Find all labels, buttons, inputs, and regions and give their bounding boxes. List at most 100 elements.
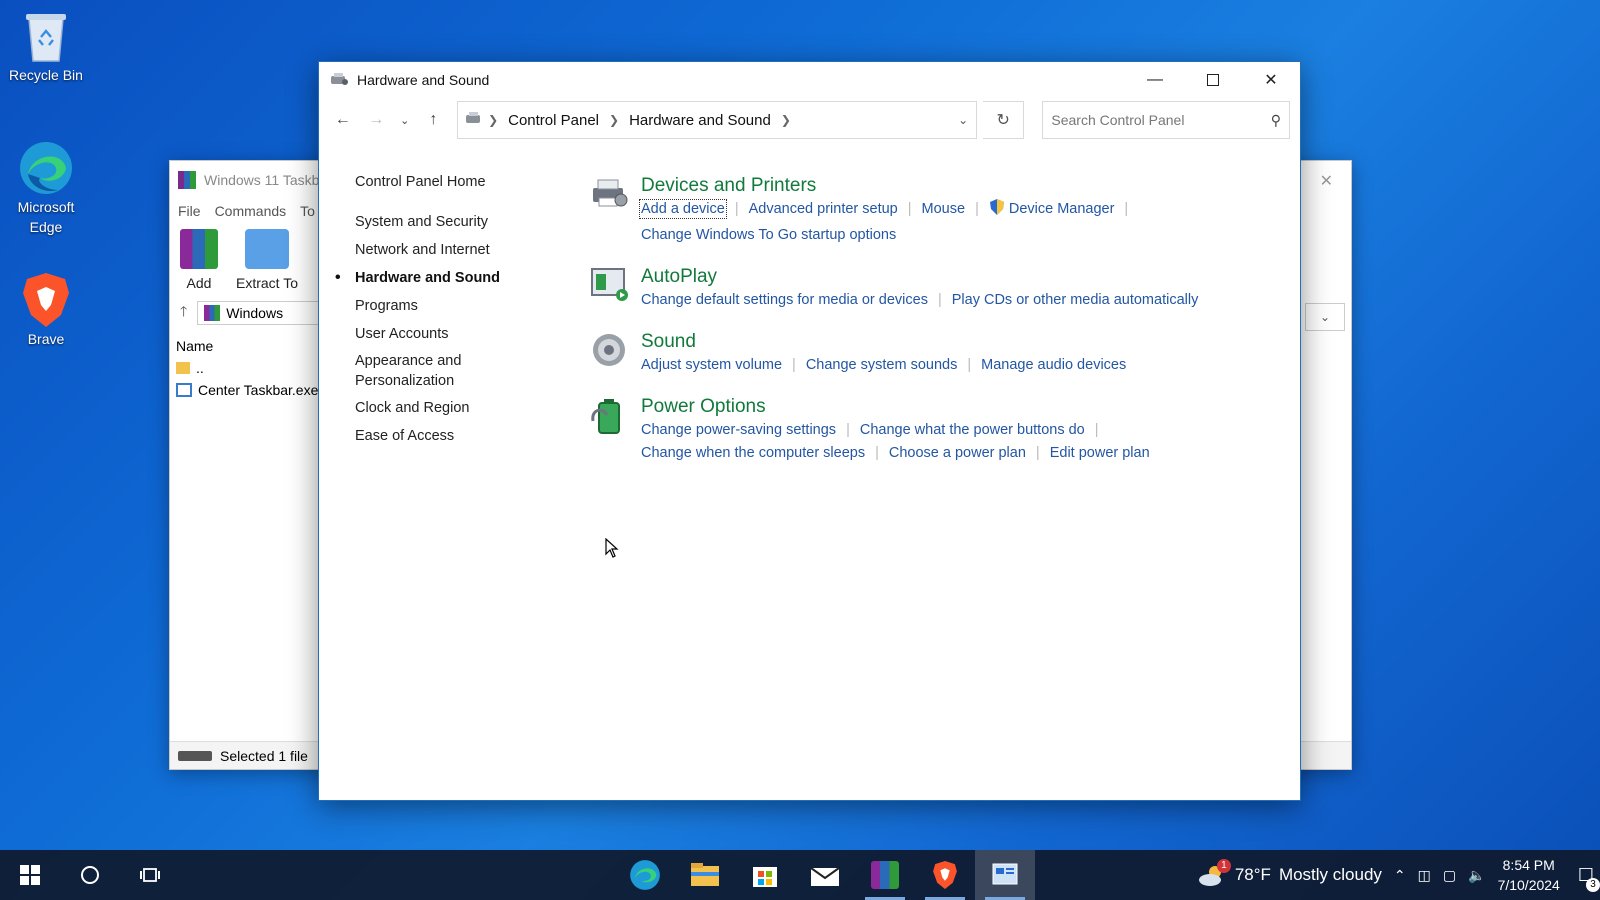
link-separator: | — [975, 201, 979, 217]
winrar-extract-button[interactable]: Extract To — [236, 229, 298, 291]
search-button[interactable] — [60, 850, 120, 900]
brave-icon — [933, 861, 957, 889]
link-separator: | — [937, 292, 942, 308]
minimize-icon[interactable]: — — [1126, 62, 1184, 98]
weather-widget[interactable]: 1 78°F Mostly cloudy — [1197, 859, 1382, 887]
sidebar-item-system-security[interactable]: System and Security — [355, 208, 555, 236]
link-windows-to-go[interactable]: Change Windows To Go startup options — [641, 227, 896, 243]
forward-arrow-icon[interactable]: → — [362, 106, 389, 134]
taskbar-mail[interactable] — [795, 850, 855, 900]
link-power-buttons[interactable]: Change what the power buttons do — [860, 422, 1085, 438]
winrar-close-icon[interactable]: ✕ — [1320, 171, 1333, 191]
link-add-device[interactable]: Add a device — [639, 199, 727, 219]
link-power-saving-settings[interactable]: Change power-saving settings — [641, 422, 836, 438]
link-mouse[interactable]: Mouse — [922, 201, 966, 217]
task-view-icon — [140, 868, 160, 882]
sidebar-item-user-accounts[interactable]: User Accounts — [355, 320, 555, 348]
link-manage-audio-devices[interactable]: Manage audio devices — [981, 357, 1126, 373]
task-view-button[interactable] — [120, 850, 180, 900]
winrar-small-icon — [204, 305, 221, 321]
link-choose-power-plan[interactable]: Choose a power plan — [889, 445, 1026, 461]
category-title-devices-printers[interactable]: Devices and Printers — [641, 174, 1285, 198]
sidebar-item-ease-of-access[interactable]: Ease of Access — [355, 422, 555, 450]
control-panel-window[interactable]: Hardware and Sound — ✕ ← → ⌄ ↑ ❯ Control… — [318, 61, 1301, 801]
recent-dropdown-icon[interactable]: ⌄ — [396, 106, 414, 134]
window-title: Hardware and Sound — [357, 72, 490, 88]
taskbar-control-panel[interactable] — [975, 850, 1035, 900]
taskbar-edge[interactable] — [615, 850, 675, 900]
link-play-cds-automatically[interactable]: Play CDs or other media automatically — [952, 292, 1199, 308]
window-title-bar[interactable]: Hardware and Sound — ✕ — [319, 62, 1300, 98]
chevron-up-icon[interactable]: ⌃ — [1394, 867, 1406, 884]
link-device-manager[interactable]: Device Manager — [989, 199, 1114, 217]
sidebar: Control Panel Home System and Security N… — [335, 168, 555, 450]
back-arrow-icon[interactable]: ← — [329, 106, 356, 134]
winrar-menu-commands[interactable]: Commands — [215, 203, 287, 219]
close-icon[interactable]: ✕ — [1242, 62, 1300, 98]
link-change-default-media-settings[interactable]: Change default settings for media or dev… — [641, 292, 928, 308]
control-panel-icon — [992, 863, 1018, 885]
link-computer-sleeps[interactable]: Change when the computer sleeps — [641, 445, 865, 461]
sidebar-item-network-internet[interactable]: Network and Internet — [355, 236, 555, 264]
notification-count-badge: 3 — [1586, 877, 1600, 892]
address-dropdown-icon[interactable]: ⌄ — [958, 113, 968, 127]
link-adjust-volume[interactable]: Adjust system volume — [641, 357, 782, 373]
volume-muted-icon[interactable]: 🔈 — [1468, 867, 1485, 884]
taskbar-store[interactable] — [735, 850, 795, 900]
winrar-title: Windows 11 Taskb — [204, 172, 320, 188]
breadcrumb-separator-icon[interactable]: ❯ — [777, 113, 795, 127]
link-edit-power-plan[interactable]: Edit power plan — [1050, 445, 1150, 461]
breadcrumb-hardware-and-sound[interactable]: Hardware and Sound — [623, 112, 777, 129]
link-separator: | — [875, 445, 879, 461]
winrar-archive-icon — [180, 229, 218, 269]
desktop-icon-recycle-bin[interactable]: Recycle Bin — [2, 8, 90, 86]
winrar-menu-tools[interactable]: To — [300, 203, 315, 219]
autoplay-icon — [589, 265, 629, 305]
sidebar-item-clock-region[interactable]: Clock and Region — [355, 394, 555, 422]
address-bar[interactable]: ❯ Control Panel ❯ Hardware and Sound ❯ ⌄ — [457, 101, 978, 139]
hardware-sound-icon — [329, 70, 349, 91]
category-title-sound[interactable]: Sound — [641, 330, 1285, 354]
network-icon[interactable]: ▢ — [1443, 867, 1456, 884]
maximize-icon[interactable] — [1184, 62, 1242, 98]
meet-now-icon[interactable]: ◫ — [1418, 867, 1431, 884]
search-box[interactable]: ⚲ — [1042, 101, 1290, 139]
sidebar-item-control-panel-home[interactable]: Control Panel Home — [355, 168, 555, 196]
up-arrow-icon[interactable]: ↑ — [420, 106, 447, 134]
taskbar-winrar[interactable] — [855, 850, 915, 900]
search-icon[interactable]: ⚲ — [1271, 112, 1281, 129]
cloudy-weather-icon: 1 — [1197, 859, 1231, 887]
link-separator: | — [967, 357, 972, 373]
category-title-autoplay[interactable]: AutoPlay — [641, 265, 1285, 289]
taskbar-brave[interactable] — [915, 850, 975, 900]
printer-icon — [589, 174, 629, 214]
sidebar-item-hardware-sound[interactable]: Hardware and Sound — [335, 264, 555, 292]
sidebar-item-programs[interactable]: Programs — [355, 292, 555, 320]
link-separator: | — [1094, 422, 1099, 438]
winrar-add-button[interactable]: Add — [180, 229, 218, 291]
clock[interactable]: 8:54 PM 7/10/2024 — [1498, 855, 1560, 895]
navigation-bar: ← → ⌄ ↑ ❯ Control Panel ❯ Hardware and S… — [319, 98, 1300, 142]
start-button[interactable] — [0, 850, 60, 900]
clock-date: 7/10/2024 — [1497, 877, 1560, 893]
folder-icon — [691, 863, 719, 886]
desktop-icon-label: Microsoft Edge — [17, 199, 75, 235]
breadcrumb-separator-icon[interactable]: ❯ — [605, 113, 623, 127]
breadcrumb-control-panel[interactable]: Control Panel — [502, 112, 605, 129]
link-advanced-printer-setup[interactable]: Advanced printer setup — [749, 201, 898, 217]
category-title-power-options[interactable]: Power Options — [641, 395, 1285, 419]
battery-icon — [589, 395, 629, 435]
desktop-icon-edge[interactable]: Microsoft Edge — [2, 140, 90, 237]
desktop-icon-brave[interactable]: Brave — [2, 272, 90, 350]
winrar-dropdown[interactable]: ⌄ — [1305, 303, 1345, 331]
link-change-system-sounds[interactable]: Change system sounds — [806, 357, 958, 373]
up-arrow-icon[interactable]: 🡑 — [180, 301, 187, 325]
search-input[interactable] — [1051, 112, 1252, 128]
taskbar-file-explorer[interactable] — [675, 850, 735, 900]
winrar-menu-file[interactable]: File — [178, 203, 201, 219]
refresh-icon[interactable]: ↻ — [983, 101, 1025, 139]
breadcrumb-separator-icon[interactable]: ❯ — [484, 113, 502, 127]
notification-center-icon[interactable]: ☐ 3 — [1572, 865, 1600, 892]
mouse-cursor-icon — [605, 537, 619, 563]
sidebar-item-appearance[interactable]: Appearance and Personalization — [355, 348, 555, 394]
